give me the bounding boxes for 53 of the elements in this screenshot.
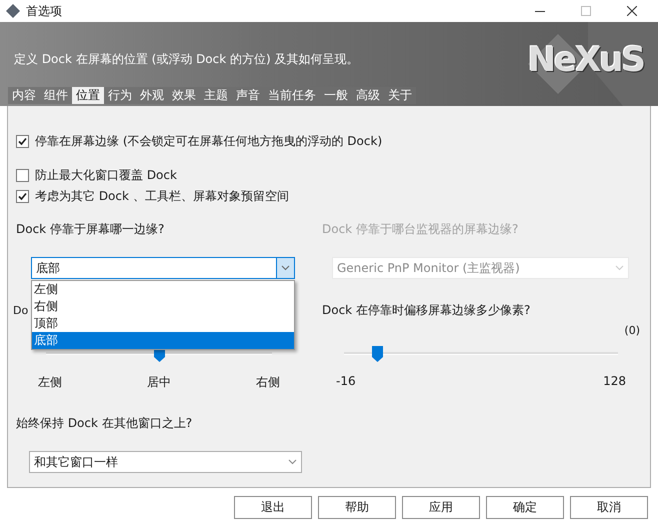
checkbox[interactable] [16,134,29,148]
dialog-button[interactable]: 确定 [486,496,564,518]
tab[interactable]: 行为 [104,87,136,104]
maximize-icon [581,6,591,16]
field-label: Dock 停靠于哪台监视器的屏幕边缘? [322,220,518,238]
tab[interactable]: 当前任务 [264,87,320,104]
tab[interactable]: 效果 [168,87,200,104]
tab[interactable]: 位置 [72,87,104,104]
tab[interactable]: 声音 [232,87,264,104]
dropdown-value: 底部 [36,260,61,276]
window-title: 首选项 [26,2,63,20]
slider-tick-label: -16 [336,374,356,388]
tab[interactable]: 主题 [200,87,232,104]
close-icon [627,6,637,16]
slider-tick-label: 左侧 [38,374,62,391]
field-label: Dock 停靠于屏幕哪一边缘? [16,220,164,238]
dropdown-value: 和其它窗口一样 [34,454,119,470]
slider-thumb[interactable] [372,346,383,362]
slider-tick-label: 128 [603,374,626,388]
checkbox-label: 防止最大化窗口覆盖 Dock [35,166,177,184]
on-top-dropdown[interactable]: 和其它窗口一样 [29,451,302,473]
checkbox[interactable] [16,190,29,202]
tab[interactable]: 外观 [136,87,168,104]
tab[interactable]: 高级 [352,87,384,104]
tab[interactable]: 组件 [40,87,72,104]
tab[interactable]: 一般 [320,87,352,104]
dropdown-option[interactable]: 顶部 [32,315,294,332]
logo: NeXuS [528,40,644,80]
chevron-down-icon [288,459,297,465]
description-text: 定义 Dock 在屏幕的位置 (或浮动 Dock 的方位) 及其如何呈现。 [14,51,359,68]
dropdown-option[interactable]: 左侧 [32,281,294,298]
dropdown-value: Generic PnP Monitor (主监视器) [337,260,521,276]
dropdown-option[interactable]: 右侧 [32,298,294,315]
dialog-button[interactable]: 取消 [570,496,648,518]
field-label: Dock 在停靠时偏移屏幕边缘多少像素? [322,302,530,318]
minimize-icon [535,10,545,12]
chevron-down-icon [615,265,624,271]
edge-dropdown[interactable]: 底部 [31,257,295,279]
dialog-button[interactable]: 帮助 [318,496,396,518]
slider-tick-label: 右侧 [256,374,280,391]
dialog-button[interactable]: 退出 [234,496,312,518]
checkbox[interactable] [16,168,29,182]
tab[interactable]: 关于 [384,87,416,104]
dialog-button[interactable]: 应用 [402,496,480,518]
tab[interactable]: 内容 [8,87,40,104]
slider-tick-label: 居中 [147,374,171,391]
checkbox-label: 停靠在屏幕边缘 (不会锁定可在屏幕任何地方拖曳的浮动的 Dock) [35,132,382,150]
diamond-icon [6,4,20,18]
chevron-down-icon [281,265,290,271]
checkbox-label: 考虑为其它 Dock 、工具栏、屏幕对象预留空间 [35,188,289,204]
field-label: 始终保持 Dock 在其他窗口之上? [16,414,192,432]
field-label: Do [13,304,28,316]
slider-reading: (0) [624,324,640,339]
